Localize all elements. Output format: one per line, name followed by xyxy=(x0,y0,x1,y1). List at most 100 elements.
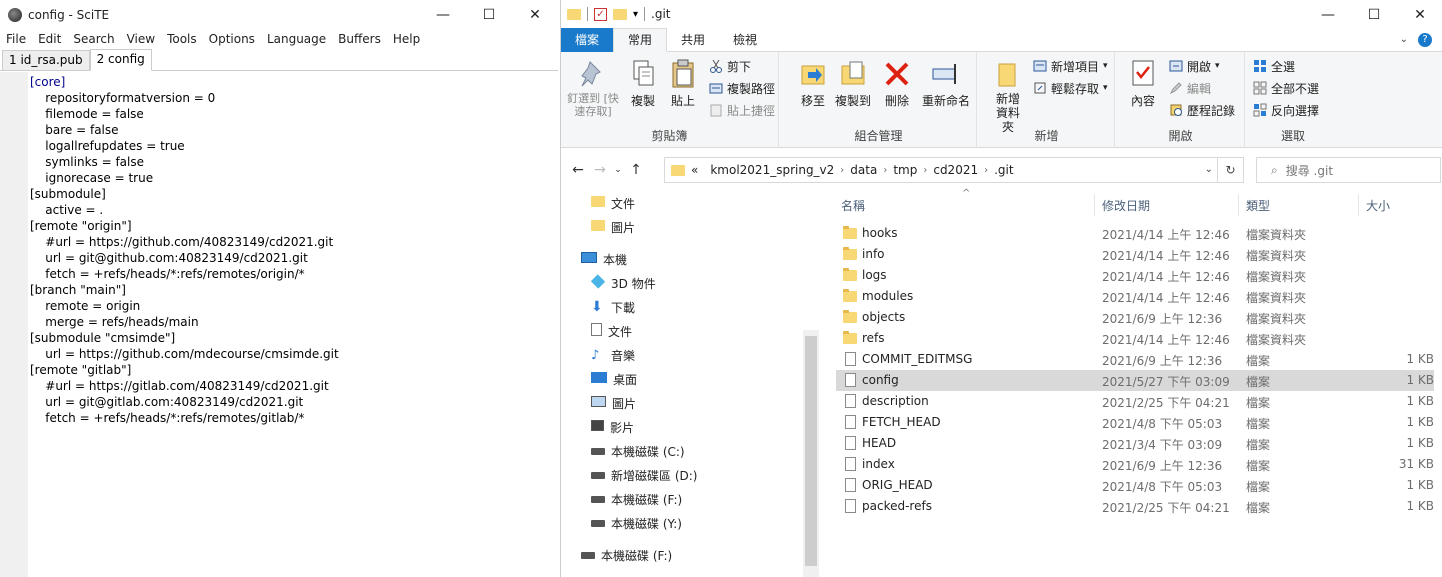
scite-close-button[interactable]: ✕ xyxy=(512,0,558,29)
code-line[interactable]: filemode = false xyxy=(30,106,339,122)
column-type[interactable]: 類型 xyxy=(1246,197,1270,214)
code-line[interactable]: url = git@gitlab.com:40823149/cd2021.git xyxy=(30,394,339,410)
edit-button[interactable]: 編輯 xyxy=(1169,78,1211,98)
nav-item[interactable]: 文件 xyxy=(591,320,632,342)
move-to-button[interactable]: 移至 xyxy=(791,58,835,109)
select-all-button[interactable]: 全選 xyxy=(1253,56,1295,76)
code-line[interactable]: active = . xyxy=(30,202,339,218)
code-line[interactable]: [core] xyxy=(30,74,339,90)
file-row[interactable]: modules 2021/4/14 上午 12:46 檔案資料夾 xyxy=(836,286,1434,307)
copy-to-button[interactable]: 複製到 xyxy=(831,58,875,109)
menu-search[interactable]: Search xyxy=(67,32,120,46)
breadcrumb-kmol2021[interactable]: kmol2021_spring_v2 xyxy=(704,163,840,177)
nav-item[interactable]: 圖片 xyxy=(591,216,635,238)
code-line[interactable]: fetch = +refs/heads/*:refs/remotes/gitla… xyxy=(30,410,339,426)
paste-shortcut-button[interactable]: 貼上捷徑 xyxy=(709,100,775,120)
code-line[interactable]: symlinks = false xyxy=(30,154,339,170)
nav-item[interactable]: ♪ 音樂 xyxy=(591,344,635,366)
pin-quick-access-button[interactable]: 釘選到 [快速存取] xyxy=(565,58,621,118)
easy-access-button[interactable]: 輕鬆存取 ▾ xyxy=(1033,78,1108,98)
menu-view[interactable]: View xyxy=(121,32,161,46)
menu-options[interactable]: Options xyxy=(203,32,261,46)
nav-item[interactable]: 本機磁碟 (Y:) xyxy=(591,512,682,534)
code-line[interactable]: [branch "main"] xyxy=(30,282,339,298)
file-row[interactable]: objects 2021/6/9 上午 12:36 檔案資料夾 xyxy=(836,307,1434,328)
back-arrow-icon[interactable]: ← xyxy=(567,162,589,178)
cut-button[interactable]: 剪下 xyxy=(709,56,751,76)
tab-config[interactable]: 2 config xyxy=(89,49,152,71)
code-editor[interactable]: [core] repositoryformatversion = 0 filem… xyxy=(0,72,558,577)
nav-item[interactable]: 3D 物件 xyxy=(590,272,656,294)
file-row[interactable]: ORIG_HEAD 2021/4/8 下午 05:03 檔案 1 KB xyxy=(836,475,1434,496)
nav-item[interactable]: ⬇ 下載 xyxy=(591,296,635,318)
nav-item[interactable]: 本機磁碟 (F:) xyxy=(591,488,682,510)
properties-button[interactable]: 內容 xyxy=(1123,58,1163,109)
paste-button[interactable]: 貼上 xyxy=(661,58,705,109)
recent-locations-dropdown-icon[interactable]: ⌄ xyxy=(611,165,625,175)
nav-item[interactable]: 新增磁碟區 (D:) xyxy=(591,464,697,486)
code-line[interactable]: repositoryformatversion = 0 xyxy=(30,90,339,106)
forward-arrow-icon[interactable]: → xyxy=(589,162,611,178)
new-folder-quick-icon[interactable] xyxy=(613,8,627,20)
menu-tools[interactable]: Tools xyxy=(161,32,203,46)
quick-access-dropdown-icon[interactable]: ▾ xyxy=(633,9,638,20)
column-divider[interactable] xyxy=(1238,194,1239,216)
code-line[interactable]: url = git@github.com:40823149/cd2021.git xyxy=(30,250,339,266)
code-text[interactable]: [core] repositoryformatversion = 0 filem… xyxy=(30,74,339,426)
file-row[interactable]: refs 2021/4/14 上午 12:46 檔案資料夾 xyxy=(836,328,1434,349)
file-row[interactable]: FETCH_HEAD 2021/4/8 下午 05:03 檔案 1 KB xyxy=(836,412,1434,433)
code-line[interactable]: merge = refs/heads/main xyxy=(30,314,339,330)
new-folder-button[interactable]: 新增資料夾 xyxy=(983,58,1033,134)
ribbon-collapse-icon[interactable]: ⌄ xyxy=(1400,34,1408,45)
column-divider[interactable] xyxy=(1094,194,1095,216)
breadcrumb-overflow[interactable]: « xyxy=(685,163,704,177)
search-box[interactable]: ⌕ 搜尋 .git xyxy=(1256,157,1441,183)
code-line[interactable]: bare = false xyxy=(30,122,339,138)
code-line[interactable]: fetch = +refs/heads/*:refs/remotes/origi… xyxy=(30,266,339,282)
address-bar[interactable]: « kmol2021_spring_v2 › data › tmp › cd20… xyxy=(664,157,1244,183)
file-row[interactable]: hooks 2021/4/14 上午 12:46 檔案資料夾 xyxy=(836,223,1434,244)
code-line[interactable]: [remote "origin"] xyxy=(30,218,339,234)
open-button[interactable]: 開啟 ▾ xyxy=(1169,56,1220,76)
breadcrumb-tmp[interactable]: tmp xyxy=(887,163,923,177)
breadcrumb-cd2021[interactable]: cd2021 xyxy=(927,163,984,177)
new-item-button[interactable]: 新增項目 ▾ xyxy=(1033,56,1108,76)
nav-item[interactable]: 本機 xyxy=(581,248,627,270)
code-line[interactable]: [submodule] xyxy=(30,186,339,202)
breadcrumb-data[interactable]: data xyxy=(844,163,883,177)
code-line[interactable]: [submodule "cmsimde"] xyxy=(30,330,339,346)
explorer-minimize-button[interactable]: — xyxy=(1305,0,1351,29)
invert-selection-button[interactable]: 反向選擇 xyxy=(1253,100,1319,120)
file-row[interactable]: packed-refs 2021/2/25 下午 04:21 檔案 1 KB xyxy=(836,496,1434,517)
nav-scrollbar[interactable] xyxy=(803,330,819,577)
column-date[interactable]: 修改日期 xyxy=(1102,197,1150,214)
code-line[interactable]: [remote "gitlab"] xyxy=(30,362,339,378)
code-line[interactable]: #url = https://gitlab.com/40823149/cd202… xyxy=(30,378,339,394)
file-row[interactable]: info 2021/4/14 上午 12:46 檔案資料夾 xyxy=(836,244,1434,265)
select-none-button[interactable]: 全部不選 xyxy=(1253,78,1319,98)
nav-item[interactable]: 本機磁碟 (C:) xyxy=(591,440,685,462)
menu-help[interactable]: Help xyxy=(387,32,426,46)
rename-button[interactable]: 重新命名 xyxy=(917,58,975,109)
file-row[interactable]: description 2021/2/25 下午 04:21 檔案 1 KB xyxy=(836,391,1434,412)
file-row[interactable]: index 2021/6/9 上午 12:36 檔案 31 KB xyxy=(836,454,1434,475)
tab-file[interactable]: 檔案 xyxy=(561,27,614,52)
code-line[interactable]: logallrefupdates = true xyxy=(30,138,339,154)
column-name[interactable]: 名稱 xyxy=(841,197,865,214)
tab-home[interactable]: 常用 xyxy=(613,27,668,52)
code-line[interactable]: url = https://github.com/mdecourse/cmsim… xyxy=(30,346,338,362)
file-row[interactable]: logs 2021/4/14 上午 12:46 檔案資料夾 xyxy=(836,265,1434,286)
breadcrumb-git[interactable]: .git xyxy=(988,163,1019,177)
nav-item[interactable]: 桌面 xyxy=(591,368,637,390)
code-line[interactable]: ignorecase = true xyxy=(30,170,339,186)
properties-quick-icon[interactable]: ✓ xyxy=(594,7,607,21)
tab-share[interactable]: 共用 xyxy=(667,28,719,52)
menu-language[interactable]: Language xyxy=(261,32,332,46)
explorer-maximize-button[interactable]: ☐ xyxy=(1351,0,1397,29)
code-line[interactable]: #url = https://github.com/40823149/cd202… xyxy=(30,234,339,250)
up-arrow-icon[interactable]: ↑ xyxy=(625,162,647,178)
menu-file[interactable]: File xyxy=(0,32,32,46)
scite-minimize-button[interactable]: — xyxy=(420,0,466,29)
copy-path-button[interactable]: 複製路徑 xyxy=(709,78,775,98)
nav-scrollbar-thumb[interactable] xyxy=(805,336,817,566)
